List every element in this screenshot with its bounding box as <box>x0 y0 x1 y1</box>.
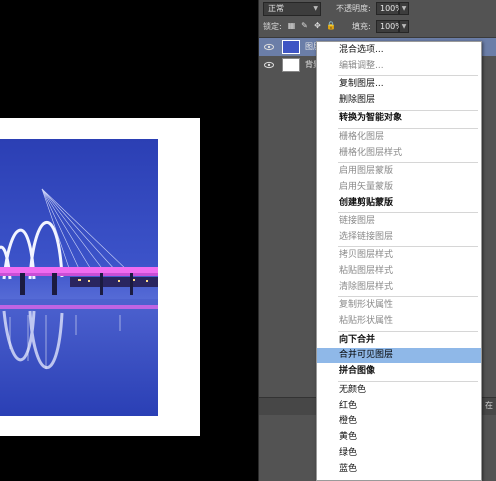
opacity-label: 不透明度: <box>336 4 371 13</box>
menu-item[interactable]: 红色 <box>317 399 481 414</box>
lock-all-icon[interactable]: 🔒 <box>326 21 336 30</box>
eye-icon[interactable] <box>264 60 274 70</box>
menu-item[interactable]: 向下合并 <box>317 333 481 348</box>
menu-item[interactable]: 拷贝图层样式 <box>317 248 481 263</box>
fill-dropdown-button[interactable]: ▼ <box>399 20 409 33</box>
fill-label: 填充: <box>352 22 371 31</box>
menu-item[interactable]: 粘贴图层样式 <box>317 264 481 279</box>
blend-mode-select[interactable]: 正常 ▼ <box>263 2 321 16</box>
footer-text: 在 <box>485 401 493 410</box>
menu-separator <box>338 296 478 298</box>
document-canvas[interactable] <box>0 0 258 481</box>
menu-separator <box>338 246 478 248</box>
menu-separator <box>338 380 478 382</box>
menu-item[interactable]: 栅格化图层样式 <box>317 146 481 161</box>
menu-item[interactable]: 链接图层 <box>317 214 481 229</box>
menu-item[interactable]: 橙色 <box>317 414 481 429</box>
menu-separator <box>338 212 478 214</box>
menu-separator <box>338 109 478 111</box>
menu-item[interactable]: 启用图层蒙版 <box>317 164 481 179</box>
chevron-down-icon: ▼ <box>313 5 318 12</box>
menu-item[interactable]: 粘贴形状属性 <box>317 314 481 329</box>
menu-item[interactable]: 无颜色 <box>317 383 481 398</box>
menu-item[interactable]: 蓝色 <box>317 462 481 477</box>
menu-separator <box>338 162 478 163</box>
menu-separator <box>338 330 478 332</box>
menu-item[interactable]: 转换为智能对象 <box>317 111 481 126</box>
menu-item[interactable]: 拼合图像 <box>317 364 481 379</box>
eye-icon[interactable] <box>264 42 274 52</box>
lock-row: 锁定: ▦ ✎ ✥ 🔒 填充: 100% ▼ <box>259 18 496 36</box>
lock-label: 锁定: <box>263 22 282 31</box>
menu-item[interactable]: 混合选项... <box>317 43 481 58</box>
fill-input[interactable]: 100% <box>376 20 403 33</box>
menu-item[interactable]: 栅格化图层 <box>317 130 481 145</box>
menu-item[interactable]: 选择链接图层 <box>317 230 481 245</box>
lock-position-icon[interactable]: ✥ <box>313 21 322 30</box>
menu-item[interactable]: 创建剪贴蒙版 <box>317 196 481 211</box>
menu-item[interactable]: 绿色 <box>317 446 481 461</box>
menu-item[interactable]: 删除图层 <box>317 93 481 108</box>
menu-item[interactable]: 复制图层... <box>317 77 481 92</box>
menu-item[interactable]: 黄色 <box>317 430 481 445</box>
menu-item[interactable]: 编辑调整... <box>317 59 481 74</box>
lock-image-pixels-icon[interactable]: ✎ <box>300 21 309 30</box>
opacity-input[interactable]: 100% <box>376 2 403 15</box>
lock-transparent-pixels-icon[interactable]: ▦ <box>287 21 296 30</box>
opacity-dropdown-button[interactable]: ▼ <box>399 2 409 15</box>
layer-context-menu: 混合选项... 编辑调整... 复制图层... 删除图层转换为智能对象 栅格化图层 栅格化… <box>316 41 482 481</box>
bridge-night-photo <box>0 139 158 416</box>
menu-separator <box>338 75 478 77</box>
layer-thumbnail <box>282 40 300 54</box>
menu-separator <box>338 127 478 129</box>
menu-item[interactable]: 启用矢量蒙版 <box>317 180 481 195</box>
layer-thumbnail <box>282 58 300 72</box>
menu-item[interactable]: 合并可见图层 <box>317 348 481 364</box>
menu-item[interactable]: 清除图层样式 <box>317 280 481 295</box>
menu-item[interactable]: 复制形状属性 <box>317 298 481 313</box>
blend-mode-value: 正常 <box>268 4 284 13</box>
blend-row: 正常 ▼ 不透明度: 100% ▼ <box>259 0 496 18</box>
